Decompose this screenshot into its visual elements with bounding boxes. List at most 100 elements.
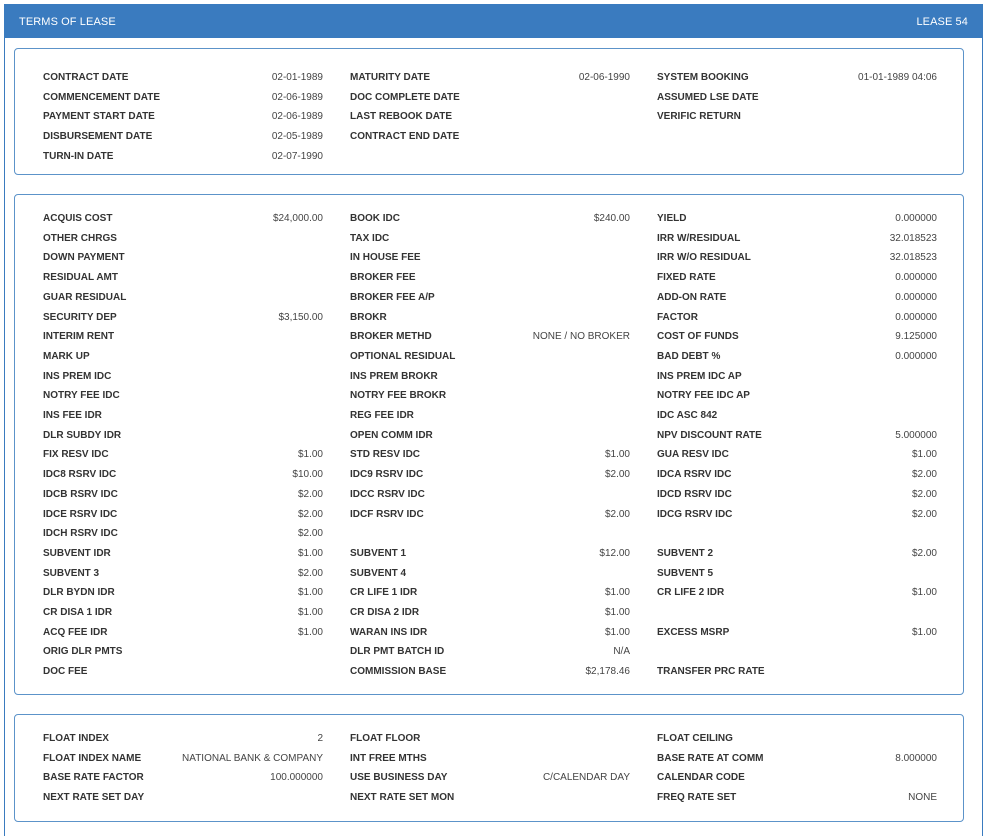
field-label: MARK UP (43, 350, 90, 362)
field-value: $1.00 (604, 449, 630, 461)
field-label: INS PREM IDC AP (657, 370, 742, 382)
field-label: BOOK IDC (350, 213, 400, 224)
field-label: ACQ FEE IDR (43, 626, 108, 638)
field-row: PAYMENT START DATE 02-06-1989 LAST REBOOK … (43, 109, 937, 125)
field-fix-resv-idc: FIX RESV IDC $1.00 (43, 447, 323, 463)
field-label: TURN-IN DATE (43, 150, 114, 162)
field-label: FLOAT CEILING (657, 733, 733, 744)
field-label: IDC8 RSRV IDC (43, 469, 117, 481)
field-row: IDCE RSRV IDC $2.00 IDCF RSRV IDC $2.00 IDCG… (43, 507, 937, 523)
field-idc9-rsrv-idc: IDC9 RSRV IDC $2.00 (350, 467, 630, 483)
field-label: OTHER CHRGS (43, 232, 117, 244)
field-row: INS FEE IDR REG FEE IDR IDC ASC 842 (43, 408, 937, 424)
field-row: DISBURSEMENT DATE 02-05-1989 CONTRACT END … (43, 129, 937, 145)
field-open-comm-idr: OPEN COMM IDR (350, 428, 630, 444)
field-value: 01-01-1989 04:06 (858, 72, 937, 83)
field-label: BROKR (350, 311, 387, 323)
field-broker-fee: BROKER FEE (350, 270, 630, 286)
field-row: FLOAT INDEX NAME NATIONAL BANK & COMPANY I… (43, 751, 937, 767)
field-ins-prem-brokr: INS PREM BROKR (350, 369, 630, 385)
field-label: BROKER METHD (350, 331, 432, 343)
field-value: 5.000000 (895, 429, 937, 441)
field-row: CR DISA 1 IDR $1.00 CR DISA 2 IDR $1.00 (43, 605, 937, 621)
field-label: NEXT RATE SET MON (350, 792, 455, 804)
field-subvent-3: SUBVENT 3 $2.00 (43, 566, 323, 582)
field-value: 9.125000 (895, 331, 937, 343)
field-idce-rsrv-idc: IDCE RSRV IDC $2.00 (43, 507, 323, 523)
field-value: 8.000000 (895, 752, 937, 764)
field-broker-methd: BROKER METHD NONE / NO BROKER (350, 329, 630, 345)
field-value: $2.00 (297, 528, 323, 540)
field-label: ADD-ON RATE (657, 291, 727, 303)
field-disbursement-date: DISBURSEMENT DATE 02-05-1989 (43, 129, 323, 145)
field-row: SUBVENT 3 $2.00 SUBVENT 4 SUBVENT 5 (43, 566, 937, 582)
field-float-ceiling: FLOAT CEILING (657, 731, 937, 747)
field-value: 0.000000 (895, 213, 937, 224)
field-label: FIXED RATE (657, 272, 716, 284)
field-idc8-rsrv-idc: IDC8 RSRV IDC $10.00 (43, 467, 323, 483)
field-value: $1.00 (297, 547, 323, 559)
field-label: IN HOUSE FEE (350, 252, 421, 264)
field-fixed-rate: FIXED RATE 0.000000 (657, 270, 937, 286)
field-row: IDCH RSRV IDC $2.00 (43, 526, 937, 542)
field-guar-residual: GUAR RESIDUAL (43, 290, 323, 306)
field-row: RESIDUAL AMT BROKER FEE FIXED RATE 0.000000 (43, 270, 937, 286)
field-label: SECURITY DEP (43, 311, 117, 323)
field-value: 02-01-1989 (271, 72, 323, 83)
field-label: PAYMENT START DATE (43, 111, 155, 123)
field-std-resv-idc: STD RESV IDC $1.00 (350, 447, 630, 463)
field-subvent-idr: SUBVENT IDR $1.00 (43, 546, 323, 562)
field-label: CONTRACT DATE (43, 72, 129, 83)
field-label: GUAR RESIDUAL (43, 291, 127, 303)
field-label: IDCD RSRV IDC (657, 488, 732, 500)
field-row: IDCB RSRV IDC $2.00 IDCC RSRV IDC IDCD RSRV… (43, 487, 937, 503)
field-value: 0.000000 (895, 272, 937, 284)
field-idcg-rsrv-idc: IDCG RSRV IDC $2.00 (657, 507, 937, 523)
field-label: IDCH RSRV IDC (43, 528, 118, 540)
field-label: IDCG RSRV IDC (657, 508, 733, 520)
field-value: $1.00 (297, 626, 323, 638)
field-contract-end-date: CONTRACT END DATE (350, 129, 630, 145)
field-value: 0.000000 (895, 311, 937, 323)
field-row: SECURITY DEP $3,150.00 BROKR FACTOR 0.000000 (43, 310, 937, 326)
field-label: INTERIM RENT (43, 331, 115, 343)
field-value: 2 (317, 733, 323, 744)
field-brokr: BROKR (350, 310, 630, 326)
field-label: EXCESS MSRP (657, 626, 730, 638)
field-cost-of-funds: COST OF FUNDS 9.125000 (657, 329, 937, 345)
field-transfer-prc-rate: TRANSFER PRC RATE (657, 664, 937, 680)
field-label: SUBVENT 4 (350, 567, 407, 579)
field-label: BASE RATE FACTOR (43, 772, 144, 784)
field-float-floor: FLOAT FLOOR (350, 731, 630, 747)
field-dlr-subdy-idr: DLR SUBDY IDR (43, 428, 323, 444)
field-value: $12.00 (599, 547, 630, 559)
field-factor: FACTOR 0.000000 (657, 310, 937, 326)
field-row: FIX RESV IDC $1.00 STD RESV IDC $1.00 GUA RE… (43, 447, 937, 463)
field-verific-return: VERIFIC RETURN (657, 109, 937, 125)
field-value: $2.00 (911, 488, 937, 500)
field-label: GUA RESV IDC (657, 449, 729, 461)
field-last-rebook-date: LAST REBOOK DATE (350, 109, 630, 125)
field-bad-debt: BAD DEBT % 0.000000 (657, 349, 937, 365)
field-idcb-rsrv-idc: IDCB RSRV IDC $2.00 (43, 487, 323, 503)
field-label: ACQUIS COST (43, 213, 113, 224)
field-value: $1.00 (604, 626, 630, 638)
field-subvent-2: SUBVENT 2 $2.00 (657, 546, 937, 562)
field-value: 32.018523 (889, 232, 937, 244)
field-value: $10.00 (292, 469, 323, 481)
field-label: INS PREM BROKR (350, 370, 438, 382)
field-value: $1.00 (604, 587, 630, 599)
field-label: SUBVENT 2 (657, 547, 714, 559)
field-value: $2.00 (911, 508, 937, 520)
field-dlr-pmt-batch-id: DLR PMT BATCH ID N/A (350, 644, 630, 660)
field-npv-discount-rate: NPV DISCOUNT RATE 5.000000 (657, 428, 937, 444)
field-label: MATURITY DATE (350, 72, 430, 83)
field-row: INS PREM IDC INS PREM BROKR INS PREM IDC A… (43, 369, 937, 385)
field-label: IDCB RSRV IDC (43, 488, 118, 500)
field-residual-amt: RESIDUAL AMT (43, 270, 323, 286)
field-label: NOTRY FEE BROKR (350, 390, 447, 402)
field-waran-ins-idr: WARAN INS IDR $1.00 (350, 625, 630, 641)
field-label: DOWN PAYMENT (43, 252, 125, 264)
field-excess-msrp: EXCESS MSRP $1.00 (657, 625, 937, 641)
field-row: TURN-IN DATE 02-07-1990 (43, 149, 937, 165)
